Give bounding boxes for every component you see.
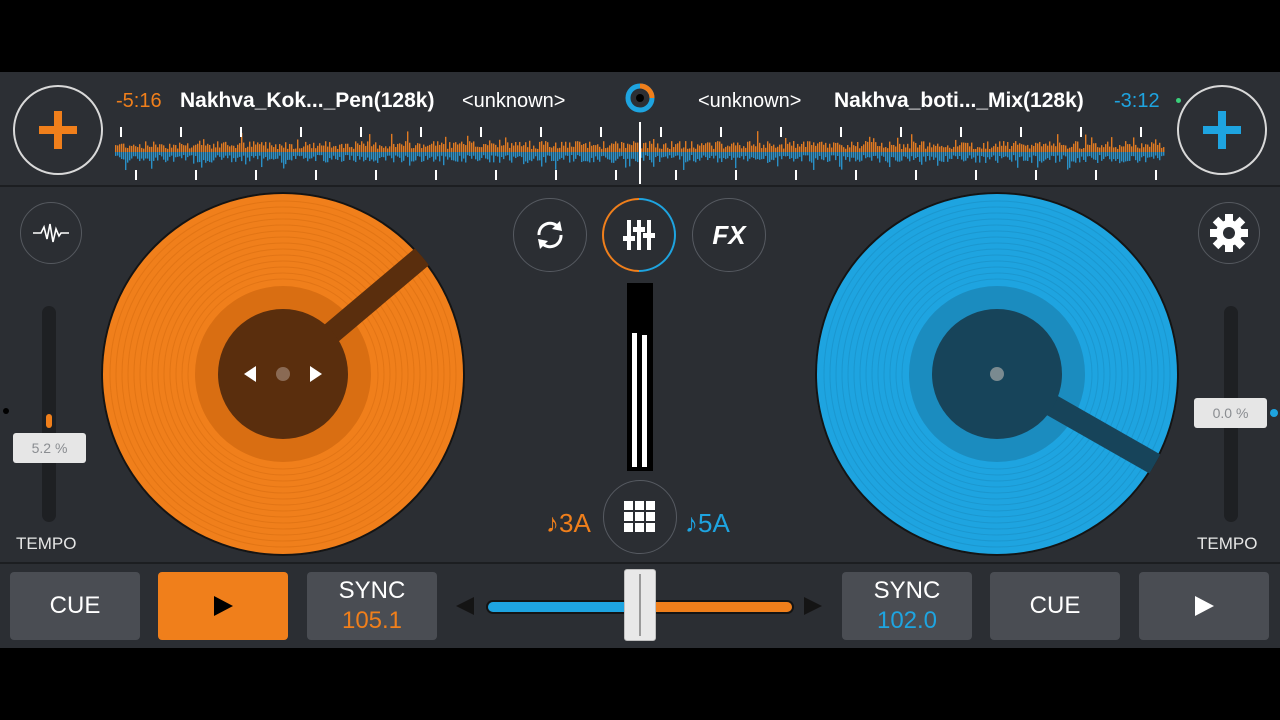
left-track-artist: <unknown> [462,90,566,112]
master-vu-meter [627,283,653,471]
right-turntable[interactable] [815,192,1179,556]
right-bpm: 102.0 [876,607,938,634]
right-play-button[interactable] [1139,572,1269,640]
settings-button[interactable] [1198,202,1260,264]
plus-icon [1203,111,1241,149]
left-key: ♪3A [546,508,591,538]
left-cue-label: CUE [49,592,101,619]
status-indicator [1176,98,1181,103]
left-tempo-fill [46,414,52,428]
right-cue-label: CUE [1029,592,1081,619]
right-tempo-value: 0.0 % [1194,398,1267,428]
crossfader-left-arrow-icon[interactable] [456,597,474,615]
gear-icon [1210,214,1248,252]
right-tempo-label: TEMPO [1197,534,1258,553]
left-tempo-value: 5.2 % [13,433,86,463]
right-sync-label: SYNC [873,577,941,604]
right-key: ♪5A [685,508,730,538]
left-tempo-reset-dot[interactable] [3,408,9,414]
left-track-title: Nakhva_Kok..._Pen(128k) [180,89,435,112]
grid-icon [624,501,655,532]
right-track-artist: <unknown> [698,90,802,112]
loop-button[interactable] [513,198,587,272]
waveform-icon [33,223,69,243]
right-cue-button[interactable]: CUE [990,572,1120,640]
vu-bar-right [642,335,647,467]
left-cue-button[interactable]: CUE [10,572,140,640]
left-sync-button[interactable]: SYNC 105.1 [307,572,437,640]
right-track-title: Nakhva_boti..._Mix(128k) [834,89,1084,112]
playhead-marker [639,122,641,184]
sync-loop-icon [537,221,563,249]
right-tempo-reset-dot[interactable] [1270,409,1278,417]
sampler-button[interactable] [603,480,677,554]
left-tempo-fader[interactable] [42,306,56,522]
add-track-left-button[interactable] [13,85,103,175]
left-tempo-label: TEMPO [16,534,77,553]
left-sync-label: SYNC [338,577,406,604]
right-remaining-time: -3:12 [1114,90,1160,112]
plus-icon [39,111,77,149]
right-sync-button[interactable]: SYNC 102.0 [842,572,972,640]
left-bpm: 105.1 [341,607,403,634]
crossfader-handle[interactable] [624,569,656,641]
left-play-button[interactable] [158,572,288,640]
app-logo-icon [625,83,655,113]
play-icon [1195,596,1214,616]
fx-button[interactable]: FX [692,198,766,272]
dj-app: -5:16 Nakhva_Kok..._Pen(128k) <unknown> … [0,72,1280,648]
waveform-view-button[interactable] [20,202,82,264]
vu-bar-left [632,333,637,467]
mixer-sliders-icon [623,220,655,250]
left-turntable[interactable] [101,192,465,556]
crossfader-right-arrow-icon[interactable] [804,597,822,615]
left-remaining-time: -5:16 [116,90,162,112]
mixer-button[interactable] [602,198,676,272]
add-track-right-button[interactable] [1177,85,1267,175]
waveform-overview[interactable] [115,122,1165,184]
track-info-bar: -5:16 Nakhva_Kok..._Pen(128k) <unknown> … [0,72,1280,187]
play-icon [214,596,233,616]
